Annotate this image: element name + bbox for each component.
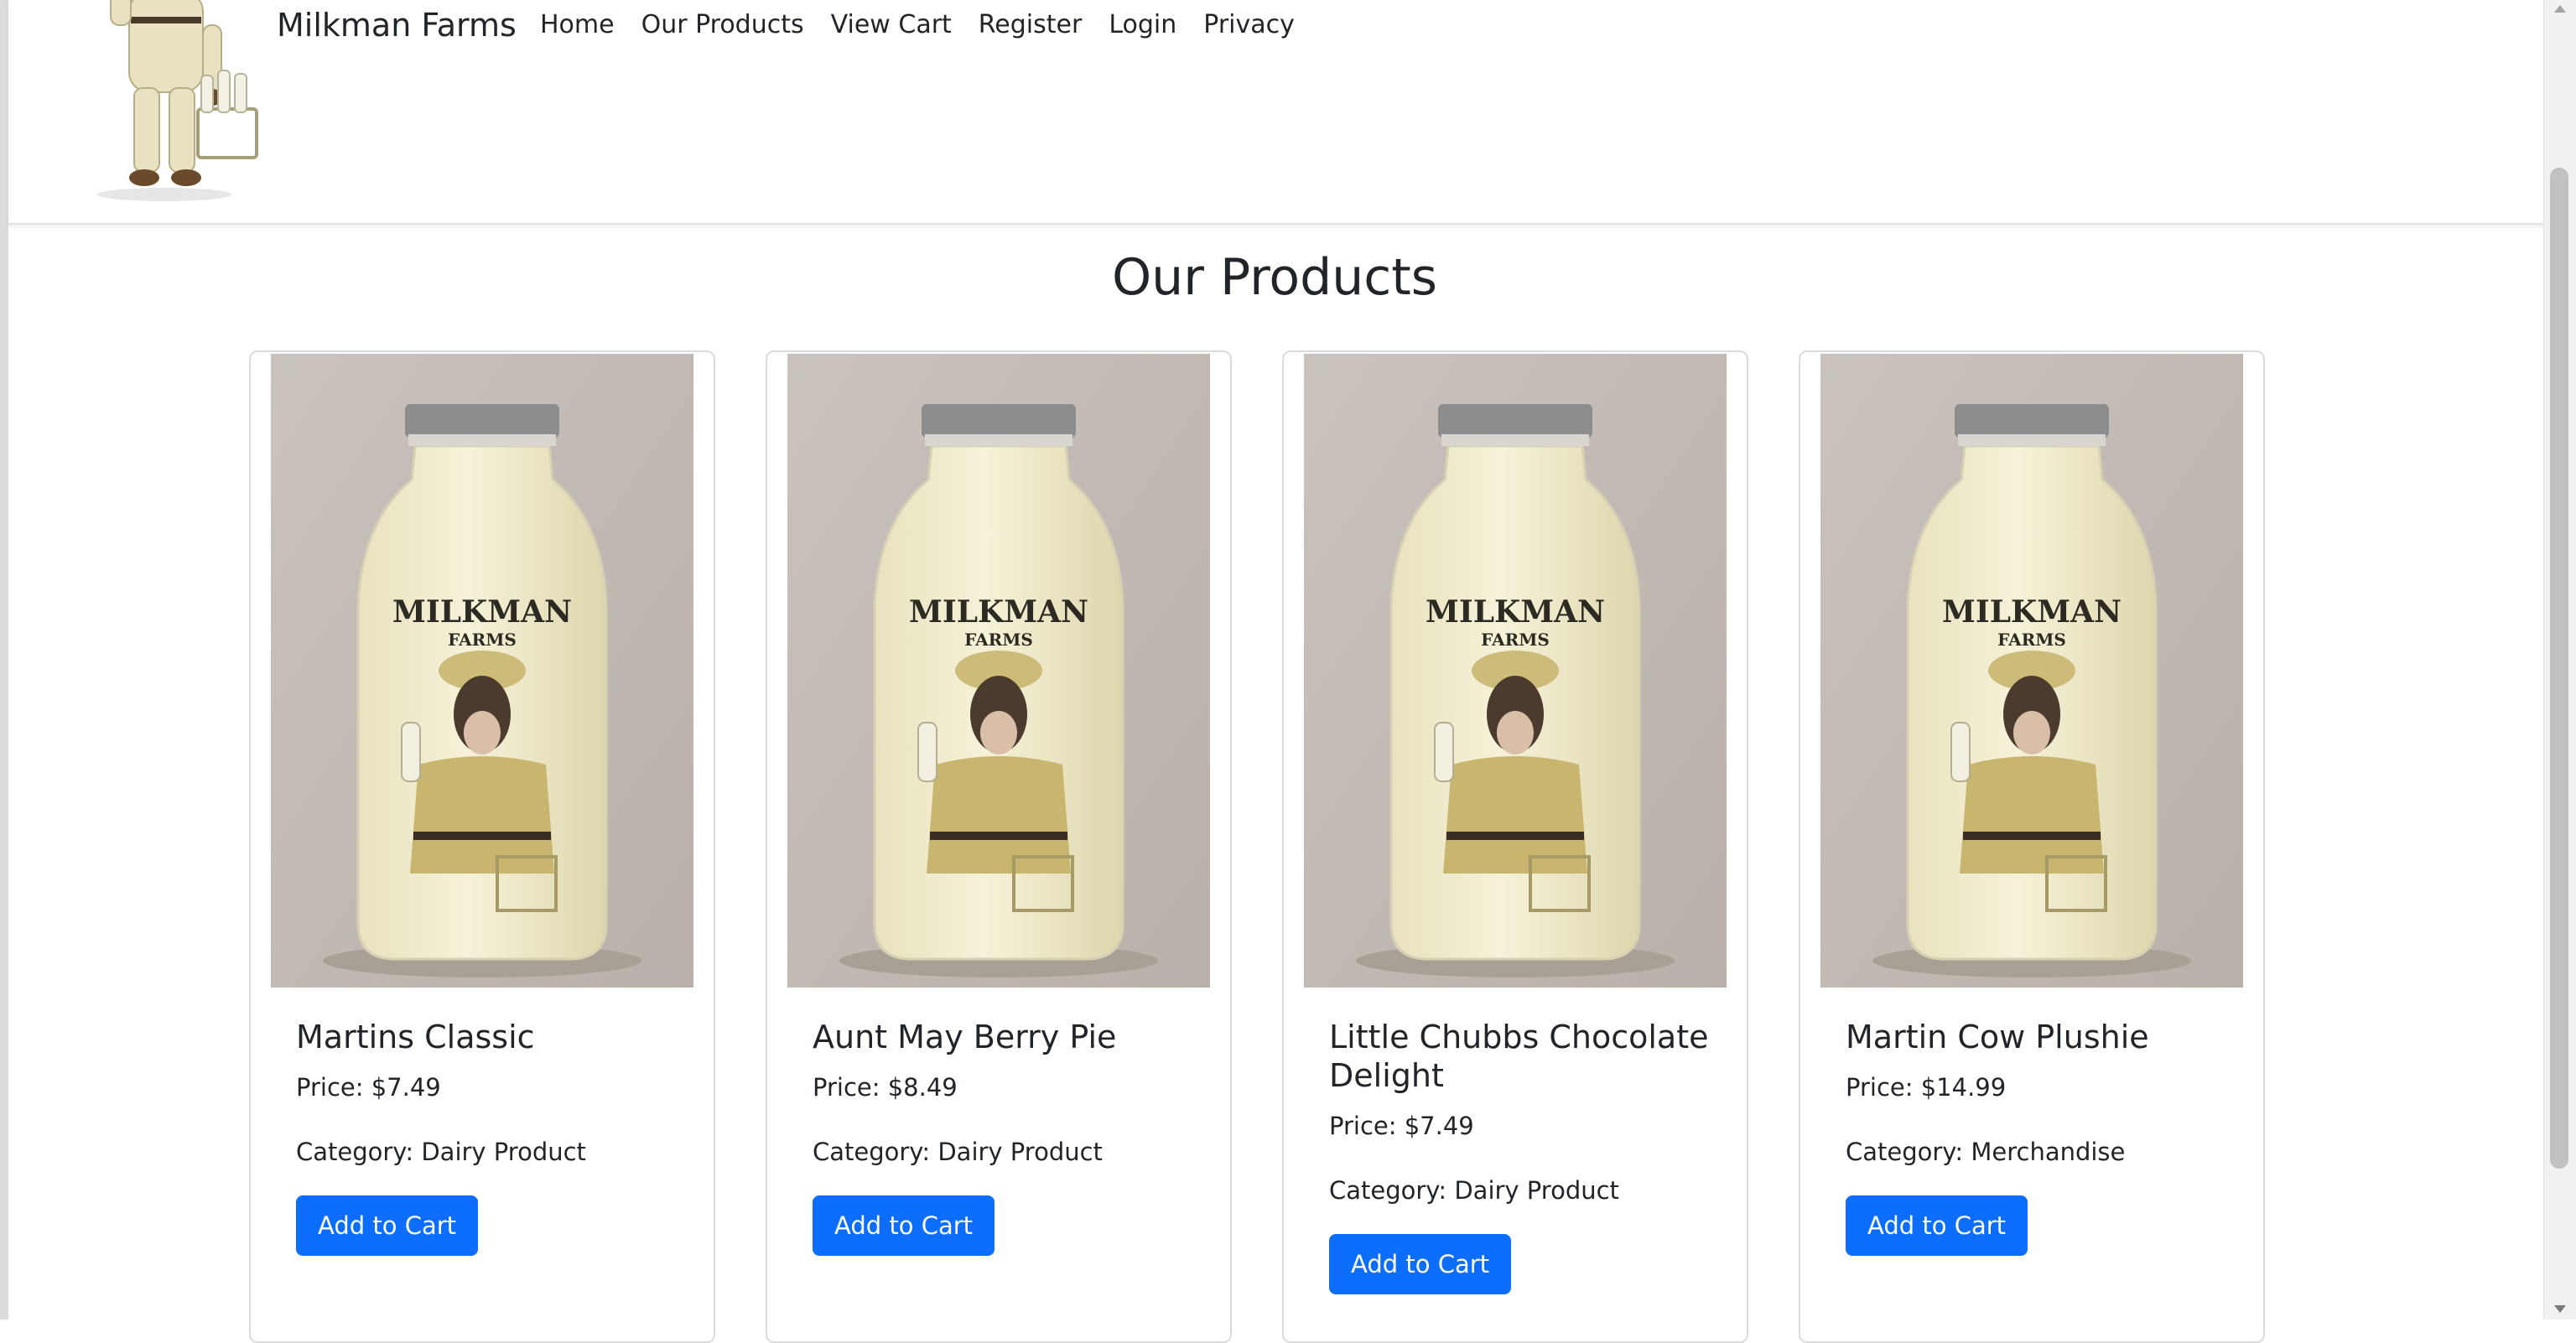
main-nav: Home Our Products View Cart Register Log… (540, 10, 1295, 39)
product-card: MILKMAN FARMS Martin Cow Plushie Price: … (1799, 350, 2265, 1343)
brand-name[interactable]: Milkman Farms (277, 7, 517, 44)
product-price: Price: $7.49 (296, 1073, 441, 1102)
scroll-thumb[interactable] (2550, 168, 2568, 1169)
add-to-cart-button[interactable]: Add to Cart (1329, 1234, 1512, 1294)
product-category: Category: Dairy Product (813, 1138, 1103, 1166)
product-image: MILKMAN FARMS (271, 354, 693, 988)
nav-login[interactable]: Login (1109, 10, 1176, 39)
product-name: Martin Cow Plushie (1846, 1019, 2149, 1055)
nav-register[interactable]: Register (979, 10, 1083, 39)
product-name: Martins Classic (296, 1019, 535, 1055)
product-card: MILKMAN FARMS Martins Classic Price: $7.… (249, 350, 715, 1343)
add-to-cart-button[interactable]: Add to Cart (813, 1195, 995, 1256)
milkman-logo[interactable] (64, 0, 265, 203)
product-category: Category: Dairy Product (1329, 1176, 1619, 1205)
product-price: Price: $7.49 (1329, 1112, 1474, 1140)
page-title: Our Products (1111, 248, 1438, 307)
svg-text:MILKMAN: MILKMAN (392, 594, 572, 630)
svg-text:FARMS: FARMS (1997, 630, 2066, 650)
site-header: Milkman Farms Home Our Products View Car… (8, 0, 2544, 225)
window-frame (0, 0, 8, 1320)
scroll-down-arrow-icon[interactable] (2554, 1305, 2566, 1313)
svg-text:FARMS: FARMS (964, 630, 1033, 650)
product-price: Price: $14.99 (1846, 1073, 2007, 1102)
nav-privacy[interactable]: Privacy (1203, 10, 1295, 39)
product-card: MILKMAN FARMS Aunt May Berry Pie Price: … (766, 350, 1232, 1343)
svg-text:MILKMAN: MILKMAN (909, 594, 1088, 630)
add-to-cart-button[interactable]: Add to Cart (1846, 1195, 2028, 1256)
add-to-cart-button[interactable]: Add to Cart (296, 1195, 479, 1256)
product-price: Price: $8.49 (813, 1073, 958, 1102)
product-category: Category: Dairy Product (296, 1138, 586, 1166)
product-name: Little Chubbs Chocolate Delight (1329, 1019, 1709, 1094)
nav-our-products[interactable]: Our Products (641, 10, 804, 39)
product-image: MILKMAN FARMS (1820, 354, 2243, 988)
product-category: Category: Merchandise (1846, 1138, 2126, 1166)
product-image: MILKMAN FARMS (1304, 354, 1727, 988)
svg-text:FARMS: FARMS (448, 630, 517, 650)
product-image: MILKMAN FARMS (787, 354, 1210, 988)
svg-text:MILKMAN: MILKMAN (1426, 594, 1605, 630)
nav-view-cart[interactable]: View Cart (831, 10, 952, 39)
svg-text:MILKMAN: MILKMAN (1942, 594, 2122, 630)
svg-text:FARMS: FARMS (1481, 630, 1550, 650)
scroll-up-arrow-icon[interactable] (2554, 5, 2566, 13)
nav-home[interactable]: Home (540, 10, 615, 39)
product-name: Aunt May Berry Pie (813, 1019, 1117, 1055)
product-card: MILKMAN FARMS Little Chubbs Chocolate De… (1282, 350, 1748, 1343)
vertical-scrollbar[interactable] (2543, 0, 2576, 1320)
